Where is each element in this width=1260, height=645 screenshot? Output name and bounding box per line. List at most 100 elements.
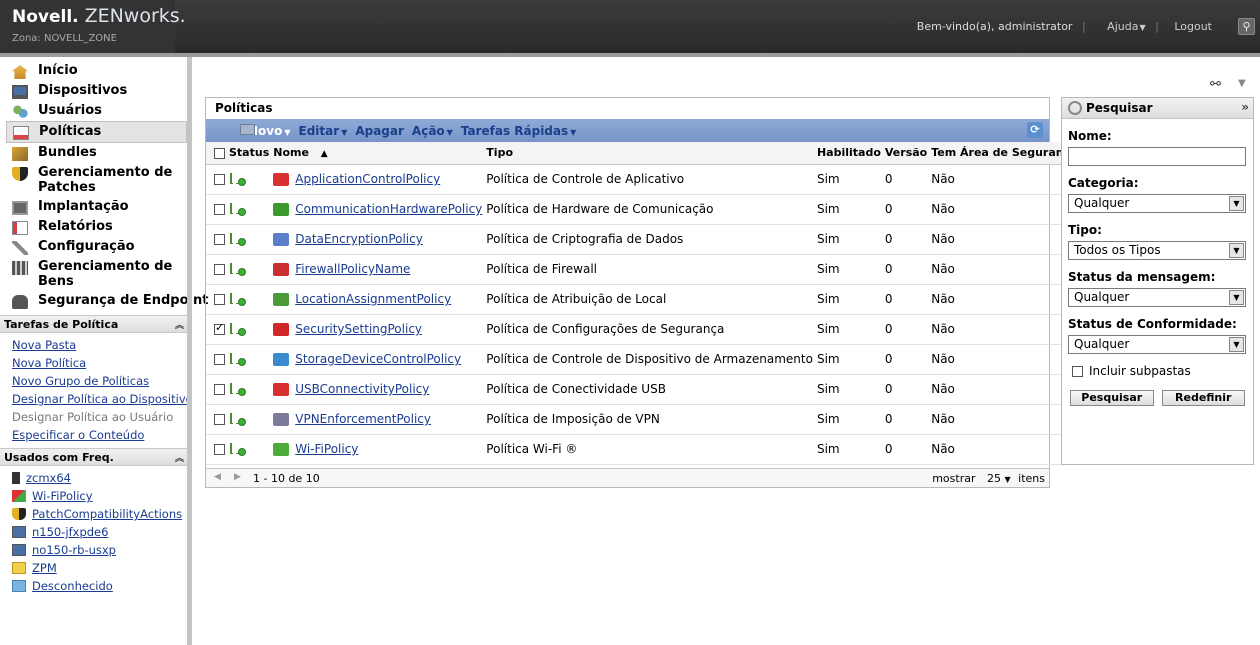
nav-label: Políticas <box>39 124 102 139</box>
policy-link[interactable]: SecuritySettingPolicy <box>295 322 422 336</box>
table-row[interactable]: ApplicationControlPolicy Política de Cont… <box>206 164 1080 195</box>
row-checkbox[interactable] <box>214 384 225 395</box>
chevron-down-icon[interactable]: ▼ <box>1238 78 1246 89</box>
row-checkbox[interactable] <box>214 204 225 215</box>
type-select[interactable]: Todos os Tipos ▼ <box>1068 241 1246 260</box>
freq-item[interactable]: ZPM <box>0 559 187 577</box>
table-row[interactable]: USBConnectivityPolicy Política de Conecti… <box>206 374 1080 405</box>
page-size-select[interactable]: 25 ▼ <box>987 472 1011 485</box>
policy-link[interactable]: CommunicationHardwarePolicy <box>295 202 482 216</box>
status-icon <box>229 261 247 277</box>
task-designar-dispositivo[interactable]: Designar Política ao Dispositivo <box>0 390 187 408</box>
prev-page-icon[interactable]: ◀ <box>214 472 221 482</box>
table-row[interactable]: StorageDeviceControlPolicy Política de Co… <box>206 344 1080 375</box>
table-row[interactable]: FirewallPolicyName Política de Firewall Si… <box>206 254 1080 285</box>
col-status[interactable]: Status <box>227 142 272 165</box>
folder-up-icon[interactable] <box>240 124 255 135</box>
freq-item[interactable]: zcmx64 <box>0 469 187 487</box>
policy-link[interactable]: FirewallPolicyName <box>295 262 410 276</box>
task-novo-grupo[interactable]: Novo Grupo de Políticas <box>0 372 187 390</box>
editar-menu[interactable]: Editar ▼ <box>299 124 348 138</box>
page-size-value: 25 <box>987 472 1001 485</box>
search-header: Pesquisar » <box>1062 98 1253 119</box>
nav-item-politicas[interactable]: Políticas <box>6 121 187 143</box>
policy-link[interactable]: StorageDeviceControlPolicy <box>295 352 461 366</box>
row-checkbox[interactable] <box>214 294 225 305</box>
col-nome[interactable]: Nome ▲ <box>271 142 485 165</box>
task-especificar-conteudo[interactable]: Especificar o Conteúdo <box>0 426 187 444</box>
nav-item-bens[interactable]: Gerenciamento de Bens <box>0 257 187 291</box>
search-panel: Pesquisar » Nome: Categoria: Qualquer ▼ T… <box>1061 97 1254 465</box>
table-row[interactable]: CommunicationHardwarePolicy Política de H… <box>206 194 1080 225</box>
freq-item[interactable]: PatchCompatibilityActions <box>0 505 187 523</box>
nav-item-relatorios[interactable]: Relatórios <box>0 217 187 237</box>
policy-link[interactable]: Wi-FiPolicy <box>295 442 358 456</box>
policy-link[interactable]: VPNEnforcementPolicy <box>295 412 431 426</box>
nav-item-implantacao[interactable]: Implantação <box>0 197 187 217</box>
reset-button[interactable]: Redefinir <box>1161 390 1245 406</box>
table-row[interactable]: DataEncryptionPolicy Política de Criptogr… <box>206 224 1080 255</box>
wifi-policy-icon <box>12 490 26 502</box>
nav-item-bundles[interactable]: Bundles <box>0 143 187 163</box>
table-row[interactable]: SecuritySettingPolicy Política de Configu… <box>206 314 1080 345</box>
include-subfolders-checkbox[interactable] <box>1072 365 1083 377</box>
policy-link[interactable]: ApplicationControlPolicy <box>295 172 440 186</box>
policy-link[interactable]: LocationAssignmentPolicy <box>295 292 451 306</box>
task-nova-politica[interactable]: Nova Política <box>0 354 187 372</box>
freq-item[interactable]: n150-jfxpde6 <box>0 523 187 541</box>
nav-item-usuarios[interactable]: Usuários <box>0 101 187 121</box>
collapse-icon[interactable]: ︽ <box>175 318 184 331</box>
type-cell: Política de Imposição de VPN <box>484 404 815 435</box>
nav-item-configuracao[interactable]: Configuração <box>0 237 187 257</box>
col-area[interactable]: Tem Área de Segurança <box>929 142 1080 165</box>
row-checkbox[interactable] <box>214 234 225 245</box>
select-all-checkbox[interactable] <box>214 147 225 159</box>
row-checkbox[interactable] <box>214 444 225 455</box>
table-row[interactable]: LocationAssignmentPolicy Política de Atri… <box>206 284 1080 315</box>
monitor-icon <box>12 526 26 538</box>
freq-item[interactable]: Wi-FiPolicy <box>0 487 187 505</box>
row-checkbox[interactable] <box>214 354 225 365</box>
tarefas-rapidas-menu[interactable]: Tarefas Rápidas ▼ <box>461 124 576 138</box>
version-cell: 0 <box>882 314 930 345</box>
task-nova-pasta[interactable]: Nova Pasta <box>0 336 187 354</box>
apagar-button[interactable]: Apagar <box>355 124 404 138</box>
collapse-right-icon[interactable]: » <box>1241 100 1249 114</box>
link-icon[interactable]: ⚯ <box>1210 77 1221 92</box>
category-select[interactable]: Qualquer ▼ <box>1068 194 1246 213</box>
message-status-select[interactable]: Qualquer ▼ <box>1068 288 1246 307</box>
refresh-icon[interactable]: ⟳ <box>1027 122 1043 138</box>
policy-link[interactable]: DataEncryptionPolicy <box>295 232 423 246</box>
table-row[interactable]: Wi-FiPolicy Política Wi-Fi ® Sim 0 Não <box>206 434 1080 465</box>
row-checkbox[interactable] <box>214 414 225 425</box>
col-habilitado[interactable]: Habilitado <box>814 142 883 165</box>
freq-item[interactable]: Desconhecido <box>0 577 187 595</box>
col-tipo[interactable]: Tipo <box>484 142 815 165</box>
next-page-icon[interactable]: ▶ <box>234 472 241 482</box>
table-row[interactable]: VPNEnforcementPolicy Política de Imposiçã… <box>206 404 1080 435</box>
row-checkbox[interactable] <box>214 321 225 335</box>
col-versao[interactable]: Versão <box>882 142 930 165</box>
logout-link[interactable]: Logout <box>1174 20 1212 33</box>
policy-link[interactable]: USBConnectivityPolicy <box>295 382 429 396</box>
row-checkbox[interactable] <box>214 264 225 275</box>
nav-item-patches[interactable]: Gerenciamento de Patches <box>0 163 187 197</box>
freq-item[interactable]: no150-rb-usxp <box>0 541 187 559</box>
sandbox-cell: Não <box>929 194 1080 225</box>
nav-item-seguranca[interactable]: Segurança de Endpoint <box>0 291 208 311</box>
tasks-section-header: Tarefas de Política ︽ <box>0 315 187 333</box>
name-input[interactable] <box>1068 147 1246 166</box>
help-link[interactable]: Ajuda▼ <box>1101 20 1145 33</box>
header-search-icon[interactable]: ⚲ <box>1238 18 1255 35</box>
enabled-cell: Sim <box>814 284 883 315</box>
freq-label: zcmx64 <box>26 471 72 485</box>
collapse-icon[interactable]: ︽ <box>175 451 184 464</box>
row-checkbox[interactable] <box>214 174 225 185</box>
nav-item-inicio[interactable]: Início <box>0 61 187 81</box>
page-size: mostrar 25 ▼ itens <box>932 472 1045 485</box>
compliance-status-select[interactable]: Qualquer ▼ <box>1068 335 1246 354</box>
nav-label: Dispositivos <box>38 83 128 98</box>
search-button[interactable]: Pesquisar <box>1070 390 1154 406</box>
nav-item-dispositivos[interactable]: Dispositivos <box>0 81 187 101</box>
acao-menu[interactable]: Ação ▼ <box>412 124 453 138</box>
